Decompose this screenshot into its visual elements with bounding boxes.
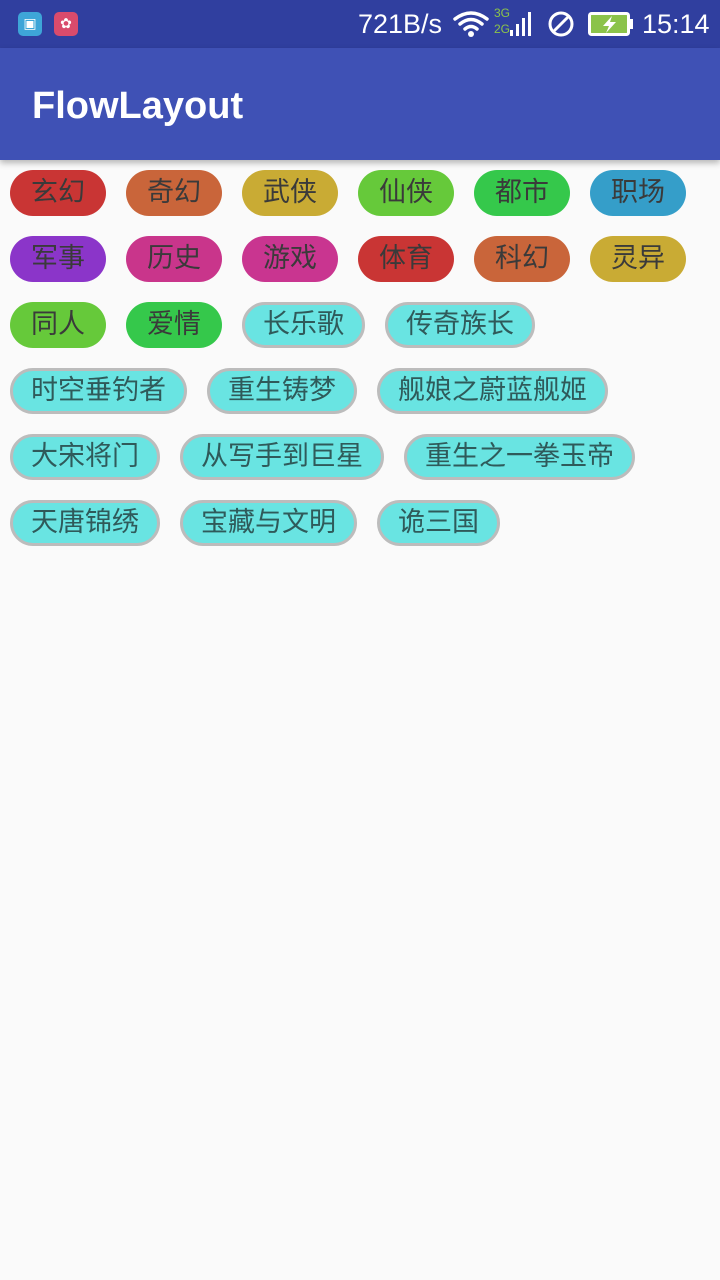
category-tag[interactable]: 奇幻: [126, 170, 222, 216]
clock: 15:14: [642, 9, 710, 39]
category-tag[interactable]: 职场: [590, 170, 686, 216]
book-tag[interactable]: 舰娘之蔚蓝舰姬: [377, 368, 608, 414]
category-tag[interactable]: 游戏: [242, 236, 338, 282]
book-tag[interactable]: 长乐歌: [242, 302, 365, 348]
status-bar: ▣ ✿ 721B/s 3G 2G 15:14: [0, 0, 720, 48]
category-tag[interactable]: 体育: [358, 236, 454, 282]
book-tag[interactable]: 宝藏与文明: [180, 500, 357, 546]
app-bar: FlowLayout: [0, 48, 720, 160]
huawei-icon: ✿: [54, 12, 78, 36]
wifi-icon: [453, 11, 489, 37]
android-icon: ▣: [18, 12, 42, 36]
category-tag[interactable]: 历史: [126, 236, 222, 282]
signal-icon: 3G 2G: [492, 6, 536, 42]
category-tag[interactable]: 玄幻: [10, 170, 106, 216]
book-tag[interactable]: 重生之一拳玉帝: [404, 434, 635, 480]
flow-layout: 玄幻 奇幻 武侠 仙侠 都市 职场军事 历史 游戏 体育 科幻 灵异同人 爱情 长乐歌 传奇族长时空垂钓者…: [10, 170, 710, 546]
book-tag[interactable]: 诡三国: [377, 500, 500, 546]
page-title: FlowLayout: [32, 85, 244, 127]
book-tag[interactable]: 重生铸梦: [207, 368, 357, 414]
battery-charging-icon: [588, 12, 633, 36]
network-speed: 721B/s: [358, 9, 443, 39]
category-tag[interactable]: 灵异: [590, 236, 686, 282]
book-tag[interactable]: 大宋将门: [10, 434, 160, 480]
book-tag[interactable]: 天唐锦绣: [10, 500, 160, 546]
category-tag[interactable]: 武侠: [242, 170, 338, 216]
do-not-disturb-icon: [548, 11, 574, 37]
category-tag[interactable]: 科幻: [474, 236, 570, 282]
book-tag[interactable]: 时空垂钓者: [10, 368, 187, 414]
category-tag[interactable]: 同人: [10, 302, 106, 348]
book-tag[interactable]: 传奇族长: [385, 302, 535, 348]
book-tag[interactable]: 从写手到巨星: [180, 434, 384, 480]
category-tag[interactable]: 军事: [10, 236, 106, 282]
category-tag[interactable]: 爱情: [126, 302, 222, 348]
category-tag[interactable]: 仙侠: [358, 170, 454, 216]
category-tag[interactable]: 都市: [474, 170, 570, 216]
